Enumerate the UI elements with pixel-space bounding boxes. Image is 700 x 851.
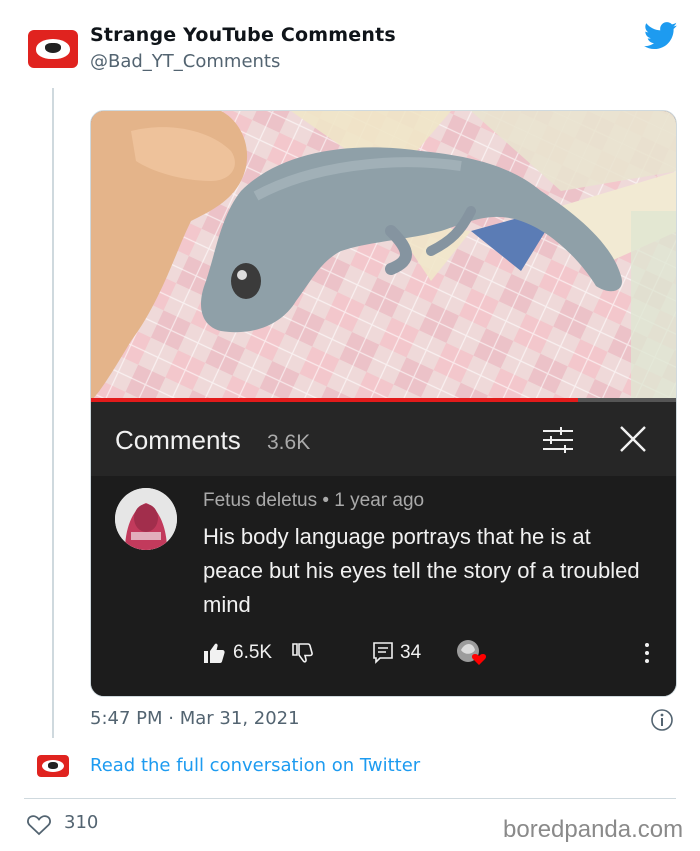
tweet-media[interactable]: Comments 3.6K Fetus deletus • 1 year ago… [90, 110, 677, 697]
more-options-icon[interactable] [642, 642, 652, 664]
info-icon[interactable] [650, 708, 674, 732]
yt-comments-count: 3.6K [267, 431, 311, 454]
yt-comments-title: Comments [115, 425, 241, 455]
creator-heart-icon [457, 640, 487, 665]
sort-icon[interactable] [541, 426, 575, 454]
tweet-time: 5:47 PM [90, 708, 163, 729]
close-icon[interactable] [618, 424, 648, 454]
thread-line [52, 88, 54, 738]
comment-author[interactable]: Fetus deletus [203, 490, 317, 511]
divider [24, 798, 676, 799]
source-watermark: boredpanda.com [503, 816, 684, 843]
comment-like-count: 6.5K [233, 642, 273, 663]
timestamp-separator: · [168, 708, 174, 729]
tweet-timestamp[interactable]: 5:47 PM · Mar 31, 2021 [90, 708, 300, 729]
heart-icon[interactable] [26, 814, 52, 836]
reply-icon[interactable] [373, 642, 393, 664]
thumbs-up-icon[interactable] [203, 642, 225, 664]
author-avatar[interactable] [28, 30, 78, 68]
yt-comment: Fetus deletus • 1 year ago His body lang… [91, 476, 676, 696]
like-count: 310 [64, 812, 99, 833]
meta-separator: • [322, 490, 330, 511]
comment-meta: Fetus deletus • 1 year ago [203, 490, 424, 512]
twitter-bird-icon[interactable] [644, 22, 678, 50]
thumbs-down-icon[interactable] [291, 642, 313, 664]
author-handle[interactable]: @Bad_YT_Comments [90, 51, 280, 72]
lizard-photo [91, 111, 676, 401]
commenter-avatar[interactable] [115, 488, 177, 550]
read-conversation-link[interactable]: Read the full conversation on Twitter [90, 755, 420, 776]
tweet-header: Strange YouTube Comments @Bad_YT_Comment… [0, 0, 700, 90]
conversation-avatar [37, 755, 69, 777]
tweet-date: Mar 31, 2021 [179, 708, 300, 729]
comment-age: 1 year ago [334, 490, 425, 511]
yt-comments-header: Comments 3.6K [91, 402, 676, 476]
comment-text: His body language portrays that he is at… [203, 524, 640, 617]
comment-reply-count: 34 [400, 642, 422, 663]
author-display-name[interactable]: Strange YouTube Comments [90, 24, 396, 46]
